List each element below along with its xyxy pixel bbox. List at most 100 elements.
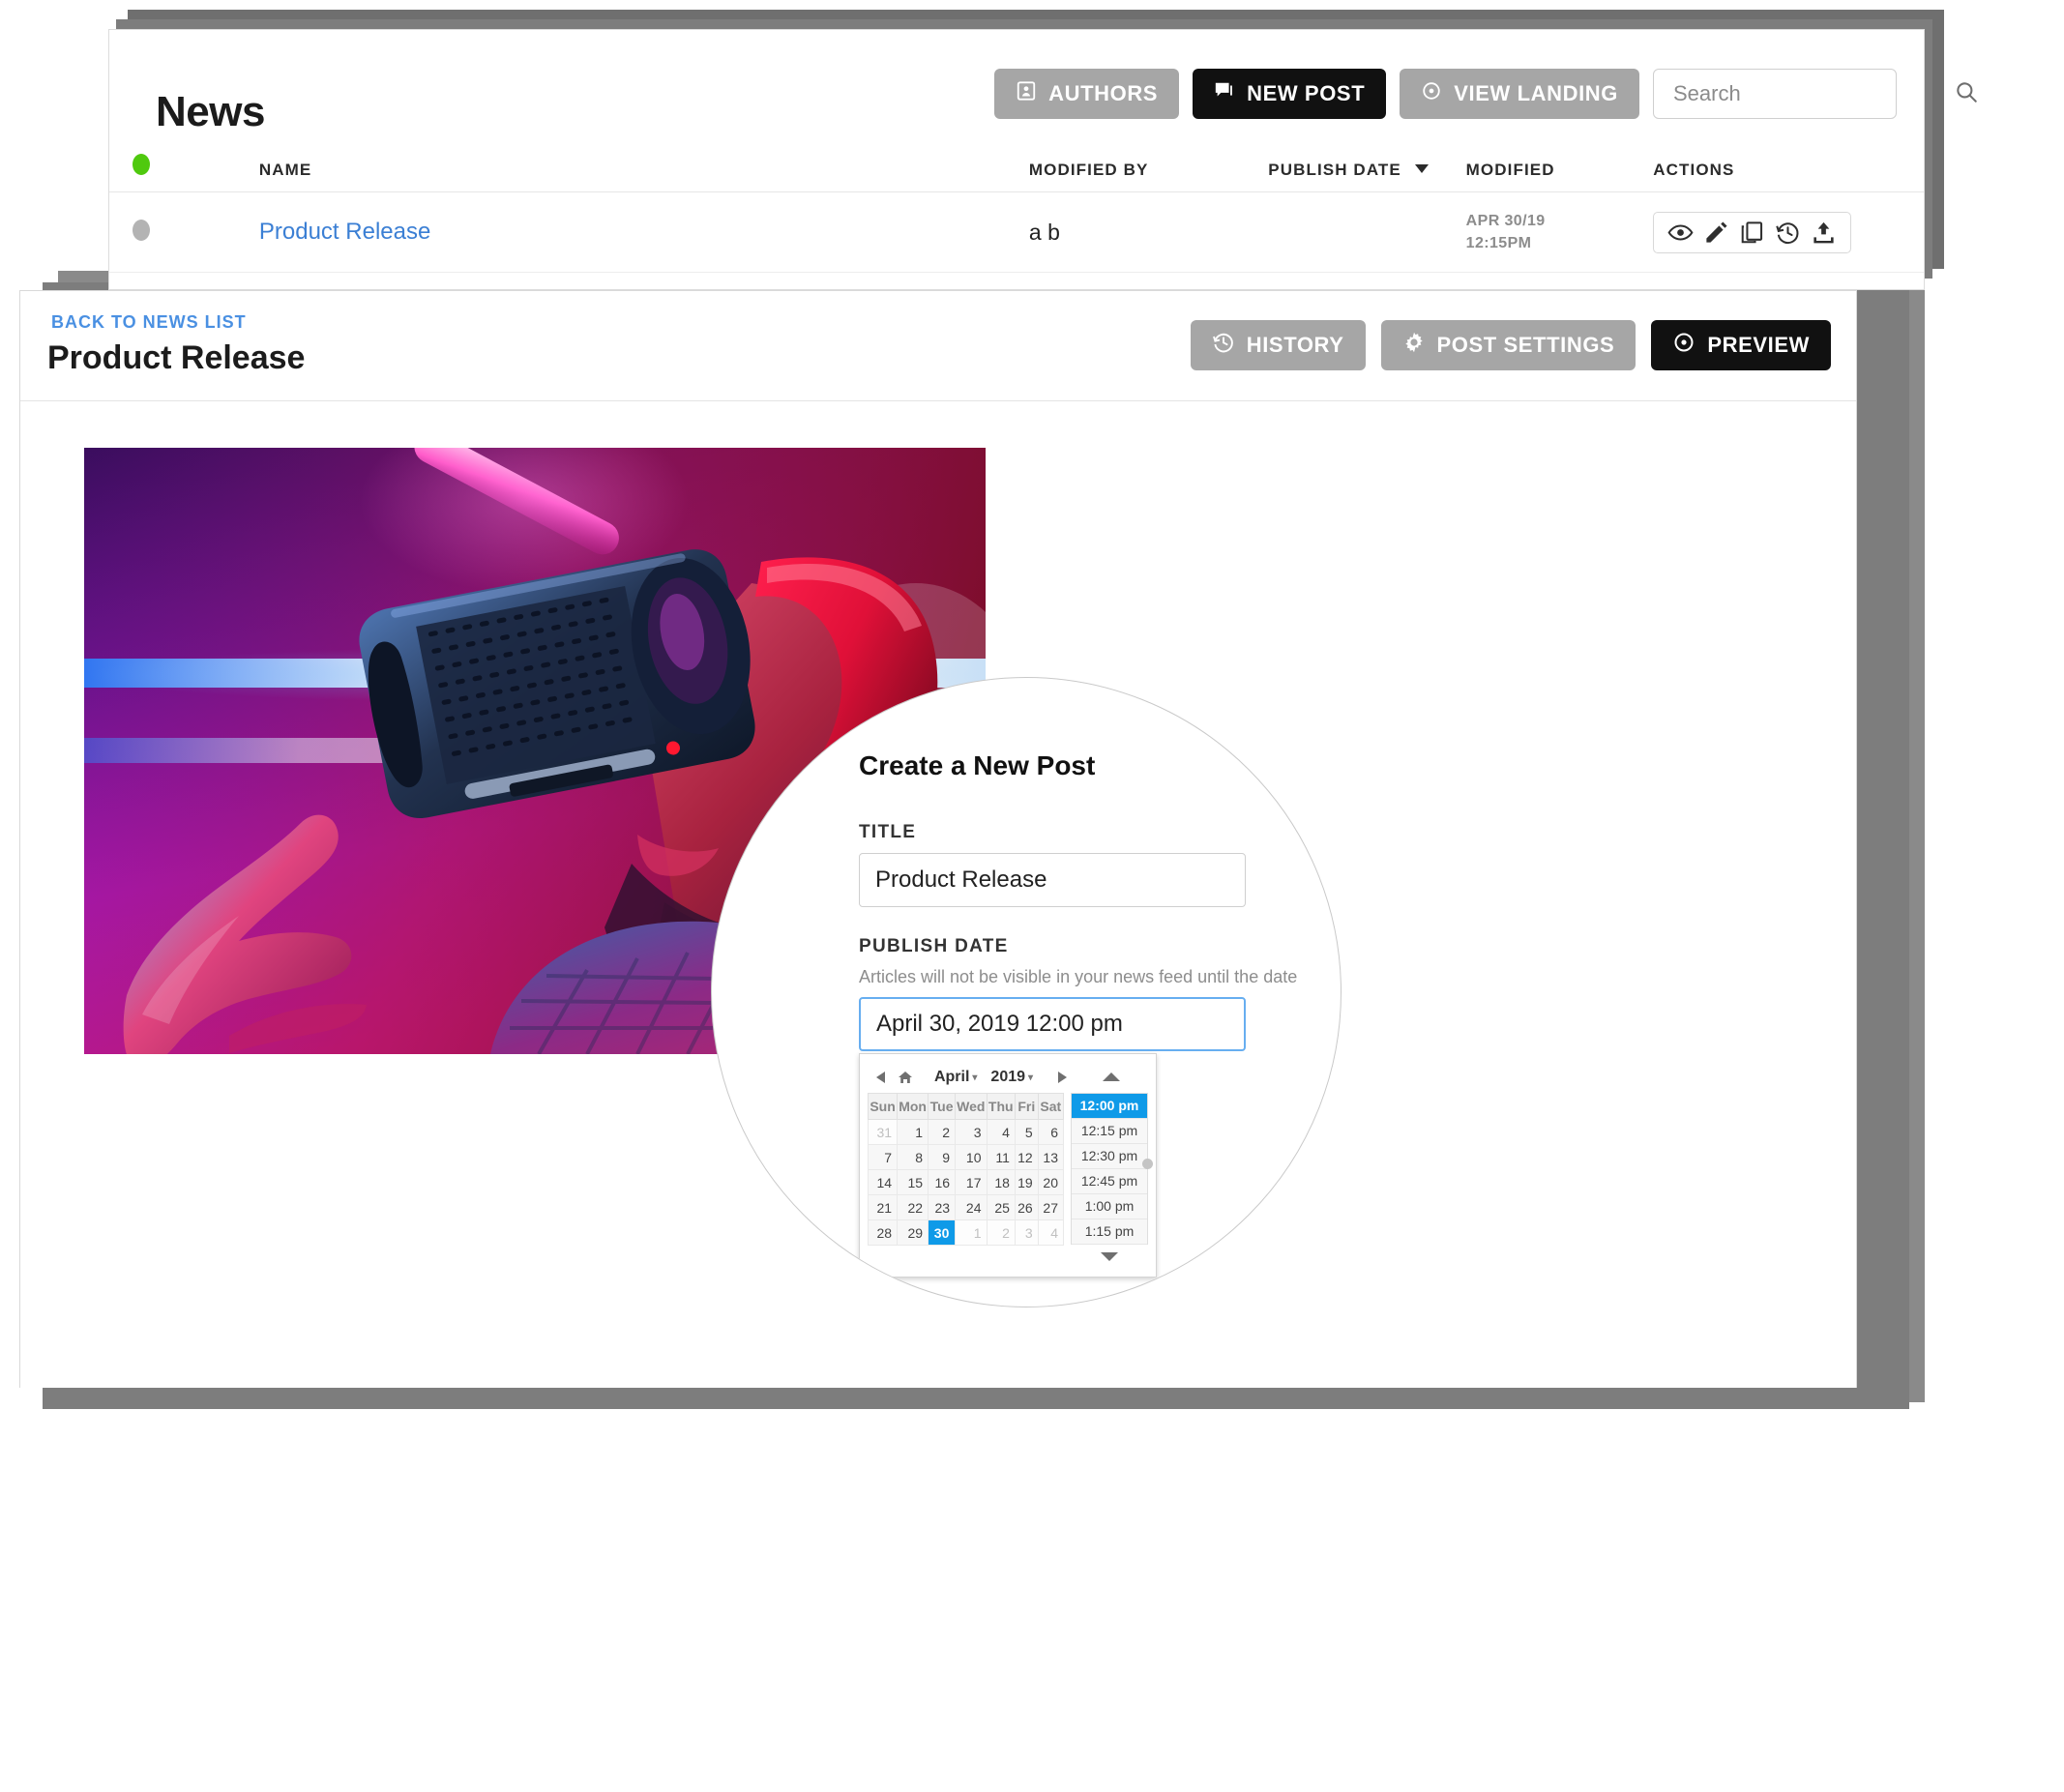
search-input[interactable] bbox=[1671, 80, 1954, 107]
history-icon[interactable] bbox=[1775, 220, 1801, 246]
time-list[interactable]: 12:00 pm 12:15 pm 12:30 pm 12:45 pm 1:00 pm 1… bbox=[1071, 1093, 1148, 1245]
column-name[interactable]: NAME bbox=[258, 154, 1029, 192]
year-select-label: 2019 bbox=[990, 1069, 1026, 1085]
new-post-button[interactable]: NEW POST bbox=[1193, 69, 1387, 119]
calendar-day[interactable]: 20 bbox=[1037, 1169, 1065, 1195]
time-option[interactable]: 1:00 pm bbox=[1072, 1194, 1147, 1219]
calendar-day[interactable]: 4 bbox=[1037, 1219, 1065, 1246]
calendar-day[interactable]: 23 bbox=[928, 1194, 957, 1220]
search-icon[interactable] bbox=[1954, 79, 1979, 109]
publish-date-input[interactable] bbox=[859, 997, 1246, 1051]
screenshot-root: News AUTHORS NEW POST VIEW LANDING Searc… bbox=[0, 0, 2064, 1792]
calendar-day[interactable]: 9 bbox=[928, 1144, 957, 1170]
calendar-week-row: 14 15 16 17 18 19 20 bbox=[867, 1169, 1065, 1195]
news-table-body: Product Release a b APR 30/19 12:15PM bbox=[109, 191, 1924, 274]
scroll-time-up-icon[interactable] bbox=[1075, 1072, 1148, 1083]
calendar-day[interactable]: 1 bbox=[897, 1119, 929, 1145]
duplicate-icon[interactable] bbox=[1739, 220, 1765, 246]
calendar-day[interactable]: 27 bbox=[1037, 1194, 1065, 1220]
calendar-weekday: Sun bbox=[867, 1093, 899, 1120]
view-landing-button-label: VIEW LANDING bbox=[1454, 81, 1618, 105]
column-status bbox=[109, 154, 259, 192]
news-toolbar: AUTHORS NEW POST VIEW LANDING Search bbox=[994, 69, 1977, 119]
post-settings-button[interactable]: POST SETTINGS bbox=[1380, 320, 1636, 370]
calendar-day[interactable]: 7 bbox=[867, 1144, 899, 1170]
calendar-day[interactable]: 31 bbox=[867, 1119, 899, 1145]
row-action-group bbox=[1653, 211, 1852, 253]
row-name-link[interactable]: Product Release bbox=[259, 219, 430, 245]
year-select[interactable]: 2019 ▾ bbox=[990, 1069, 1033, 1086]
author-card-icon bbox=[1016, 80, 1037, 107]
time-option-selected[interactable]: 12:00 pm bbox=[1072, 1094, 1147, 1119]
calendar-day[interactable]: 19 bbox=[1014, 1169, 1039, 1195]
calendar-day[interactable]: 8 bbox=[897, 1144, 929, 1170]
calendar-weekday: Mon bbox=[897, 1093, 929, 1120]
create-post-form: Create a New Post TITLE PUBLISH DATE Art… bbox=[859, 750, 1341, 1278]
calendar-day[interactable]: 4 bbox=[986, 1119, 1016, 1145]
calendar-day[interactable]: 29 bbox=[897, 1219, 929, 1246]
calendar-day[interactable]: 3 bbox=[1014, 1219, 1039, 1246]
scroll-time-down-icon[interactable] bbox=[1071, 1245, 1148, 1267]
datepicker-nav: April ▾ 2019 ▾ bbox=[868, 1062, 1148, 1093]
post-settings-button-label: POST SETTINGS bbox=[1436, 333, 1615, 357]
calendar-day[interactable]: 11 bbox=[986, 1144, 1016, 1170]
home-today-icon[interactable] bbox=[893, 1071, 918, 1084]
calendar-day[interactable]: 14 bbox=[867, 1169, 899, 1195]
calendar-day[interactable]: 22 bbox=[897, 1194, 929, 1220]
calendar-day[interactable]: 10 bbox=[955, 1144, 988, 1170]
preview-icon[interactable] bbox=[1667, 220, 1694, 246]
back-to-news-list-link[interactable]: BACK TO NEWS LIST bbox=[51, 312, 247, 333]
post-actions-group: HISTORY POST SETTINGS PREVIEW bbox=[1190, 320, 1831, 370]
calendar-day[interactable]: 15 bbox=[897, 1169, 929, 1195]
comment-box-icon bbox=[1214, 80, 1235, 107]
column-publish-date-label: PUBLISH DATE bbox=[1268, 161, 1401, 179]
time-option[interactable]: 12:30 pm bbox=[1072, 1144, 1147, 1169]
preview-button[interactable]: PREVIEW bbox=[1651, 320, 1831, 370]
search-box[interactable] bbox=[1653, 69, 1977, 119]
history-button-label: HISTORY bbox=[1246, 333, 1344, 357]
calendar-day[interactable]: 2 bbox=[928, 1119, 957, 1145]
publish-icon[interactable] bbox=[1811, 220, 1837, 246]
calendar-day[interactable]: 1 bbox=[955, 1219, 988, 1246]
history-button[interactable]: HISTORY bbox=[1190, 320, 1366, 370]
calendar-day[interactable]: 28 bbox=[867, 1219, 899, 1246]
status-legend-icon bbox=[133, 154, 150, 175]
next-month-icon[interactable] bbox=[1049, 1071, 1075, 1084]
row-modified-cell: APR 30/19 12:15PM bbox=[1465, 191, 1654, 274]
edit-icon[interactable] bbox=[1703, 220, 1729, 246]
calendar-grid: Sun Mon Tue Wed Thu Fri Sat 31 1 2 3 4 5 6 7 8 9 10 11 12 1… bbox=[867, 1093, 1065, 1246]
calendar-day[interactable]: 6 bbox=[1037, 1119, 1065, 1145]
time-scrollbar-thumb[interactable] bbox=[1142, 1159, 1153, 1169]
calendar-day[interactable]: 3 bbox=[955, 1119, 988, 1145]
month-select[interactable]: April ▾ bbox=[934, 1069, 977, 1086]
calendar-day[interactable]: 26 bbox=[1014, 1194, 1039, 1220]
column-modified-by[interactable]: MODIFIED BY bbox=[1028, 154, 1269, 192]
calendar-day-selected[interactable]: 30 bbox=[928, 1219, 957, 1246]
calendar-day[interactable]: 12 bbox=[1014, 1144, 1039, 1170]
calendar-day[interactable]: 25 bbox=[986, 1194, 1016, 1220]
column-publish-date[interactable]: PUBLISH DATE bbox=[1268, 154, 1466, 192]
datepicker-popup: April ▾ 2019 ▾ Sun Mon Tue Wed Thu Fri S… bbox=[859, 1053, 1157, 1278]
calendar-weeks: 31 1 2 3 4 5 6 7 8 9 10 11 12 13 14 15 16 17 18 19 20 21 22 23 2… bbox=[867, 1119, 1065, 1246]
calendar-day[interactable]: 13 bbox=[1037, 1144, 1065, 1170]
time-option[interactable]: 12:45 pm bbox=[1072, 1169, 1147, 1194]
calendar-day[interactable]: 2 bbox=[986, 1219, 1016, 1246]
view-landing-button[interactable]: VIEW LANDING bbox=[1400, 69, 1639, 119]
calendar-day[interactable]: 16 bbox=[928, 1169, 957, 1195]
time-option[interactable]: 12:15 pm bbox=[1072, 1119, 1147, 1144]
prev-month-icon[interactable] bbox=[868, 1071, 893, 1084]
title-input[interactable] bbox=[859, 853, 1246, 907]
column-modified[interactable]: MODIFIED bbox=[1465, 154, 1654, 192]
calendar-day[interactable]: 24 bbox=[955, 1194, 988, 1220]
table-row[interactable]: Product Release a b APR 30/19 12:15PM bbox=[109, 191, 1924, 274]
post-title: Product Release bbox=[47, 339, 306, 376]
calendar-day[interactable]: 18 bbox=[986, 1169, 1016, 1195]
calendar-day[interactable]: 17 bbox=[955, 1169, 988, 1195]
create-post-heading: Create a New Post bbox=[859, 750, 1096, 780]
authors-button[interactable]: AUTHORS bbox=[994, 69, 1180, 119]
time-option[interactable]: 1:15 pm bbox=[1072, 1219, 1147, 1245]
calendar-weekday: Thu bbox=[986, 1093, 1016, 1120]
calendar-day[interactable]: 21 bbox=[867, 1194, 899, 1220]
calendar-day[interactable]: 5 bbox=[1014, 1119, 1039, 1145]
authors-button-label: AUTHORS bbox=[1048, 81, 1159, 105]
